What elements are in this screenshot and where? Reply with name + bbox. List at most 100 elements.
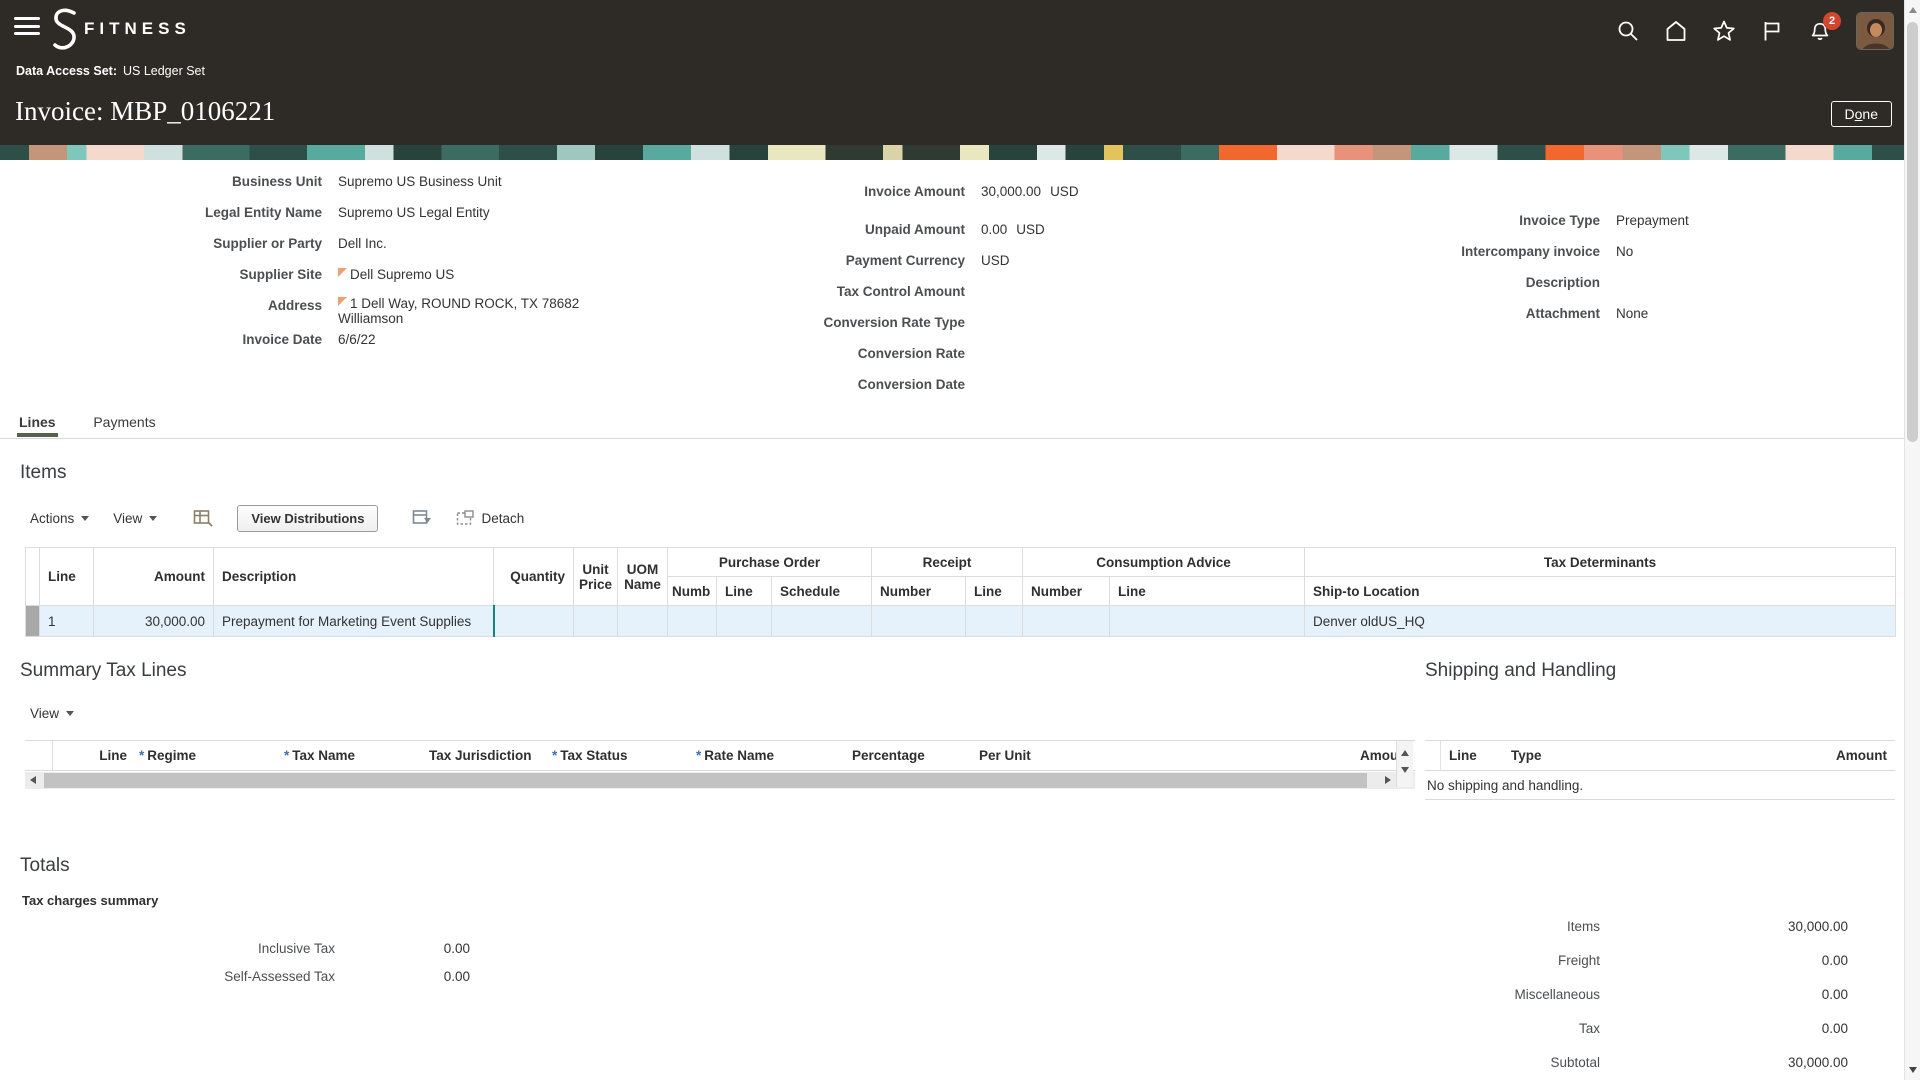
flag-watchlist-icon[interactable] <box>1760 19 1784 43</box>
field-value: Supremo US Legal Entity <box>338 203 490 223</box>
detach-button[interactable]: Detach <box>456 510 524 526</box>
totals-right-column: Items 30,000.00 Freight 0.00 Miscellaneo… <box>1280 919 1848 1080</box>
contextual-info-marker-icon[interactable] <box>338 268 347 277</box>
brand-name: FITNESS <box>84 19 191 39</box>
shipping-table-header: Line Type Amount <box>1425 740 1895 771</box>
total-label: Miscellaneous <box>1280 987 1600 1002</box>
row-selector-cell[interactable] <box>26 606 40 637</box>
data-access-label: Data Access Set: <box>16 64 117 78</box>
field-label: Conversion Rate <box>665 344 965 364</box>
total-value: 0.00 <box>1600 1021 1848 1036</box>
field-label: Address <box>122 296 322 326</box>
tax-table-vertical-scrollbar[interactable] <box>1396 741 1413 787</box>
column-header-regime: *Regime <box>133 748 278 763</box>
field-label: Payment Currency <box>665 251 965 271</box>
chevron-down-icon <box>81 516 89 521</box>
field-row: Conversion Date <box>665 375 1079 395</box>
field-row: Invoice Amount 30,000.00USD <box>665 182 1079 202</box>
cell-po-number <box>668 606 717 637</box>
field-label: Conversion Date <box>665 375 965 395</box>
scrollbar-thumb[interactable] <box>44 773 1367 788</box>
cell-ca-number <box>1023 606 1110 637</box>
hamburger-menu-icon[interactable] <box>14 17 40 37</box>
column-header-type: Type <box>1503 748 1828 763</box>
field-row: Supplier Site Dell Supremo US <box>122 265 579 285</box>
cell-ship-to-location: Denver oldUS_HQ <box>1305 606 1896 637</box>
tax-charges-summary-label: Tax charges summary <box>22 893 158 908</box>
total-row: Inclusive Tax 0.00 <box>0 941 470 956</box>
items-table-row[interactable]: 1 30,000.00 Prepayment for Marketing Eve… <box>26 606 1896 637</box>
field-value: 30,000.00USD <box>981 182 1079 202</box>
shipping-heading: Shipping and Handling <box>1425 660 1616 682</box>
cell-receipt-line <box>966 606 1023 637</box>
field-row: Address 1 Dell Way, ROUND ROCK, TX 78682… <box>122 296 579 326</box>
group-header-consumption-advice: Consumption Advice <box>1023 548 1305 577</box>
user-avatar[interactable] <box>1856 12 1894 50</box>
field-label: Tax Control Amount <box>665 282 965 302</box>
done-button[interactable]: Done <box>1831 101 1893 127</box>
column-header-ship-to-location: Ship-to Location <box>1305 577 1896 606</box>
field-row: Payment Currency USD <box>665 251 1079 271</box>
search-icon[interactable] <box>1616 19 1640 43</box>
scroll-down-arrow-icon[interactable] <box>1909 1067 1917 1073</box>
scroll-up-arrow-icon[interactable] <box>1909 7 1917 13</box>
freeze-columns-icon[interactable] <box>193 509 213 527</box>
field-row: Legal Entity Name Supremo US Legal Entit… <box>122 203 579 223</box>
cell-ca-line <box>1110 606 1305 637</box>
tax-view-menu-button[interactable]: View <box>30 706 74 721</box>
tab-payments[interactable]: Payments <box>91 408 157 437</box>
query-by-example-icon[interactable] <box>412 509 432 527</box>
field-label: Unpaid Amount <box>665 220 965 240</box>
data-access-set: Data Access Set:US Ledger Set <box>16 64 205 78</box>
field-label: Description <box>1280 273 1600 293</box>
notifications-bell-icon[interactable]: 2 <box>1808 19 1832 43</box>
detach-icon <box>456 510 474 526</box>
cell-amount: 30,000.00 <box>94 606 214 637</box>
contextual-info-marker-icon[interactable] <box>338 297 347 306</box>
items-table: Line Amount Description Quantity Unit Pr… <box>25 547 1896 637</box>
decorative-banner-stripe <box>0 145 1920 160</box>
total-label: Freight <box>1280 953 1600 968</box>
tab-lines[interactable]: Lines <box>17 408 58 437</box>
column-header-quantity: Quantity <box>494 548 574 606</box>
field-row: Conversion Rate <box>665 344 1079 364</box>
total-label: Subtotal <box>1280 1055 1600 1070</box>
column-header-po-line: Line <box>717 577 772 606</box>
field-value: No <box>1616 242 1633 262</box>
field-value: Prepayment <box>1616 211 1689 231</box>
column-header-po-number: Numb <box>668 577 717 606</box>
scroll-right-arrow-icon[interactable] <box>1385 776 1391 784</box>
group-header-tax-determinants: Tax Determinants <box>1305 548 1896 577</box>
top-app-bar: FITNESS 2 <box>0 0 1920 145</box>
view-menu-button[interactable]: View <box>113 511 157 526</box>
column-header-line: Line <box>53 748 133 763</box>
field-row: Intercompany invoice No <box>1280 242 1689 262</box>
total-label: Inclusive Tax <box>0 941 335 956</box>
scroll-left-arrow-icon[interactable] <box>30 776 36 784</box>
vertical-scrollbar[interactable] <box>1904 0 1920 1080</box>
total-value: 0.00 <box>335 941 470 956</box>
favorites-star-icon[interactable] <box>1712 19 1736 43</box>
field-row: Conversion Rate Type <box>665 313 1079 333</box>
scrollbar-thumb[interactable] <box>1907 22 1918 442</box>
scroll-down-arrow-icon[interactable] <box>1401 767 1409 773</box>
scroll-up-arrow-icon[interactable] <box>1401 750 1409 756</box>
total-value: 0.00 <box>1600 953 1848 968</box>
cell-po-schedule <box>772 606 872 637</box>
column-header-line: Line <box>1441 748 1503 763</box>
total-row: Freight 0.00 <box>1280 953 1848 968</box>
column-header-receipt-number: Number <box>872 577 966 606</box>
required-marker: * <box>284 748 289 763</box>
actions-menu-button[interactable]: Actions <box>30 511 89 526</box>
brand-logo-icon[interactable] <box>50 6 80 54</box>
column-header-tax-name: *Tax Name <box>278 748 423 763</box>
view-distributions-button[interactable]: View Distributions <box>237 505 378 532</box>
tax-table-horizontal-scrollbar[interactable] <box>25 772 1415 789</box>
total-value: 30,000.00 <box>1600 1055 1848 1070</box>
invoice-fields-left: Business Unit Supremo US Business Unit L… <box>122 172 579 361</box>
items-toolbar: Actions View View Distributions Detach <box>30 503 524 533</box>
group-header-receipt: Receipt <box>872 548 1023 577</box>
home-icon[interactable] <box>1664 19 1688 43</box>
field-label: Legal Entity Name <box>122 203 322 223</box>
total-row: Tax 0.00 <box>1280 1021 1848 1036</box>
